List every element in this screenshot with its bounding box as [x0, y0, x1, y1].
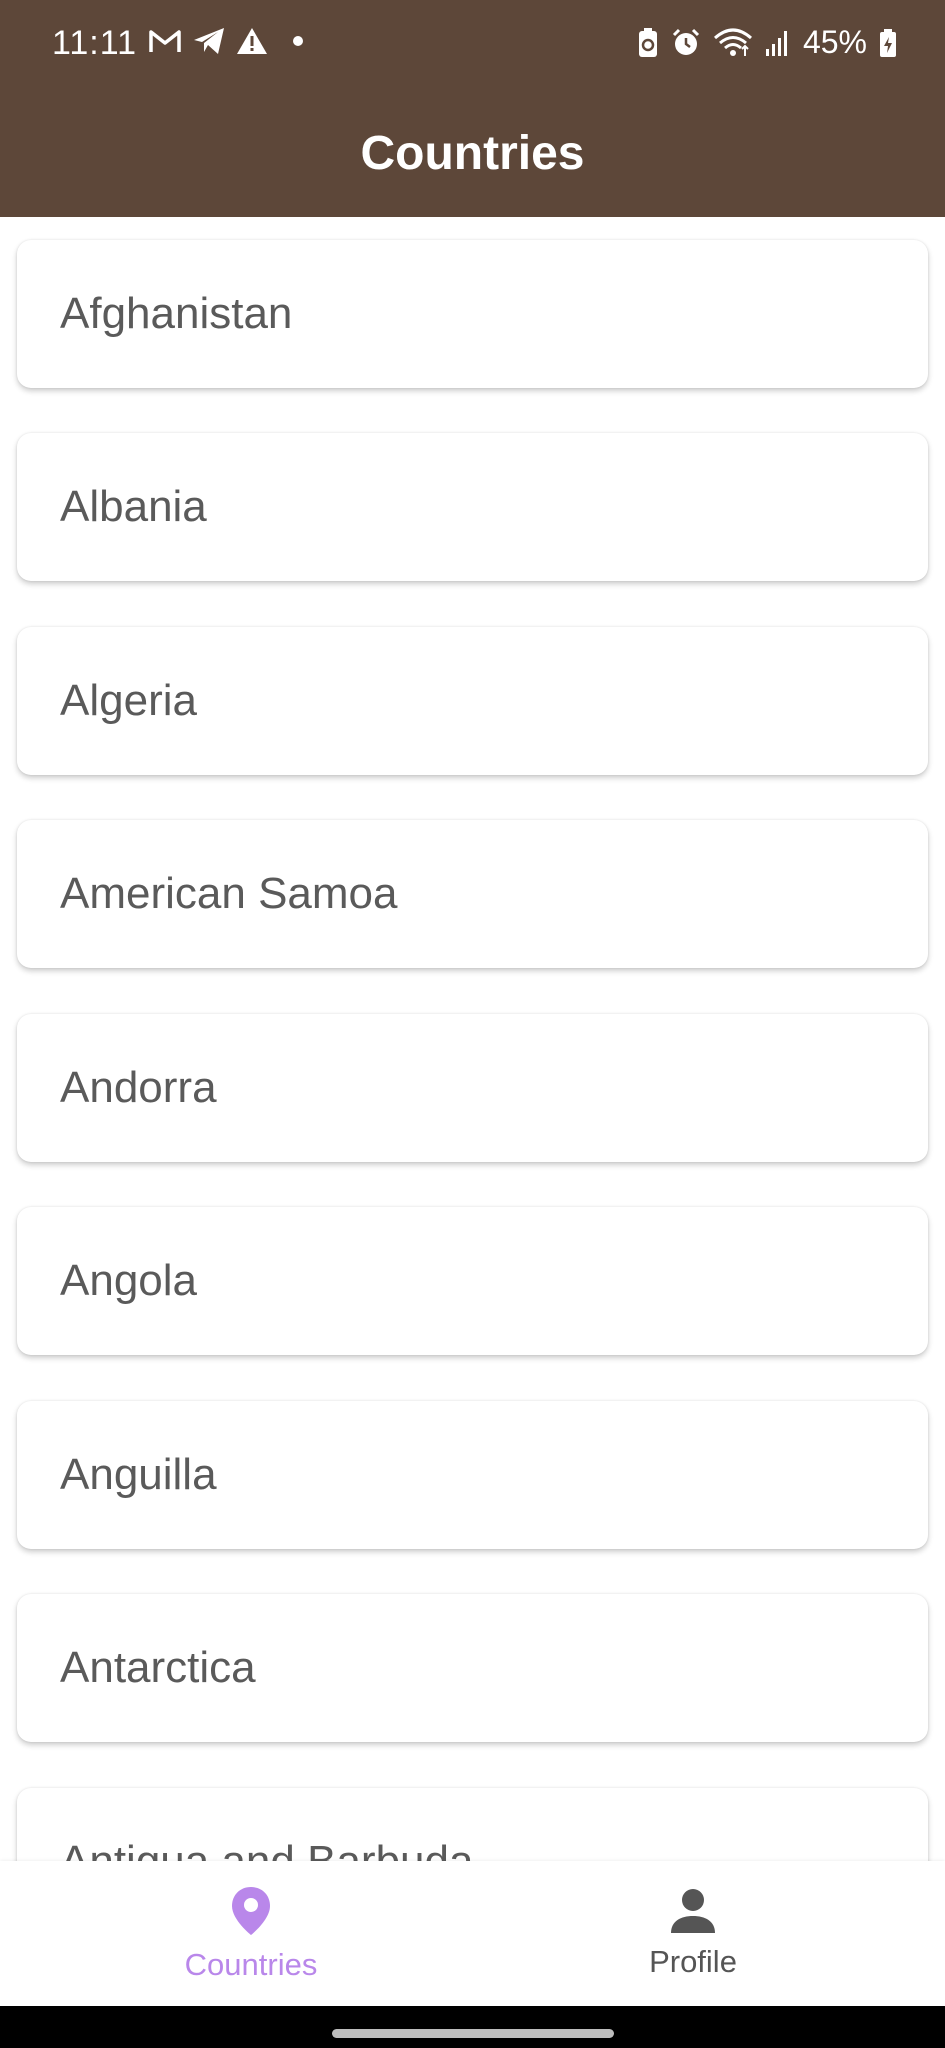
country-name: Albania: [60, 482, 207, 531]
status-bar: 11:11 45%: [0, 0, 945, 90]
warning-icon: [236, 26, 268, 56]
alarm-icon: [671, 28, 701, 58]
country-list[interactable]: Afghanistan Albania Algeria American Sam…: [0, 217, 945, 1861]
dot-icon: [278, 26, 308, 56]
nav-label-countries: Countries: [184, 1946, 318, 1982]
app-bar: Countries: [0, 90, 945, 217]
country-item-algeria[interactable]: Algeria: [17, 627, 928, 775]
notification-icons: [148, 26, 308, 56]
signal-icon: [765, 29, 791, 57]
battery-saver-icon: [637, 27, 659, 59]
gmail-icon: [148, 27, 182, 55]
nav-label-profile: Profile: [649, 1943, 737, 1979]
home-indicator[interactable]: [332, 2029, 614, 2038]
status-time: 11:11: [52, 24, 138, 62]
screen: 11:11 45% Countries Afghanistan Albania …: [0, 0, 945, 2048]
system-navigation-bar: [0, 2006, 945, 2048]
country-name: Afghanistan: [60, 289, 293, 338]
country-item-angola[interactable]: Angola: [17, 1207, 928, 1355]
wifi-icon: [713, 28, 753, 58]
country-item-antigua-and-barbuda[interactable]: Antigua and Barbuda: [17, 1788, 928, 1861]
country-item-afghanistan[interactable]: Afghanistan: [17, 240, 928, 388]
battery-percentage: 45%: [802, 24, 867, 60]
country-name: Algeria: [60, 676, 197, 725]
country-item-antarctica[interactable]: Antarctica: [17, 1594, 928, 1742]
country-item-andorra[interactable]: Andorra: [17, 1014, 928, 1162]
country-name: Antigua and Barbuda: [60, 1837, 473, 1861]
nav-tab-profile[interactable]: Profile: [543, 1861, 843, 2006]
battery-charging-icon: [879, 28, 897, 58]
location-pin-icon: [229, 1885, 273, 1937]
country-name: American Samoa: [60, 869, 398, 918]
nav-tab-countries[interactable]: Countries: [101, 1861, 401, 2006]
country-name: Anguilla: [60, 1450, 217, 1499]
country-item-american-samoa[interactable]: American Samoa: [17, 820, 928, 968]
country-name: Andorra: [60, 1063, 217, 1112]
person-icon: [669, 1888, 717, 1934]
telegram-icon: [192, 26, 226, 56]
page-title: Countries: [360, 127, 585, 180]
top-bar: 11:11 45% Countries: [0, 0, 945, 217]
country-name: Angola: [60, 1256, 198, 1305]
system-icons: 45%: [637, 24, 897, 61]
country-name: Antarctica: [60, 1643, 256, 1692]
bottom-navigation: Countries Profile: [0, 1861, 945, 2006]
country-item-anguilla[interactable]: Anguilla: [17, 1401, 928, 1549]
country-item-albania[interactable]: Albania: [17, 433, 928, 581]
